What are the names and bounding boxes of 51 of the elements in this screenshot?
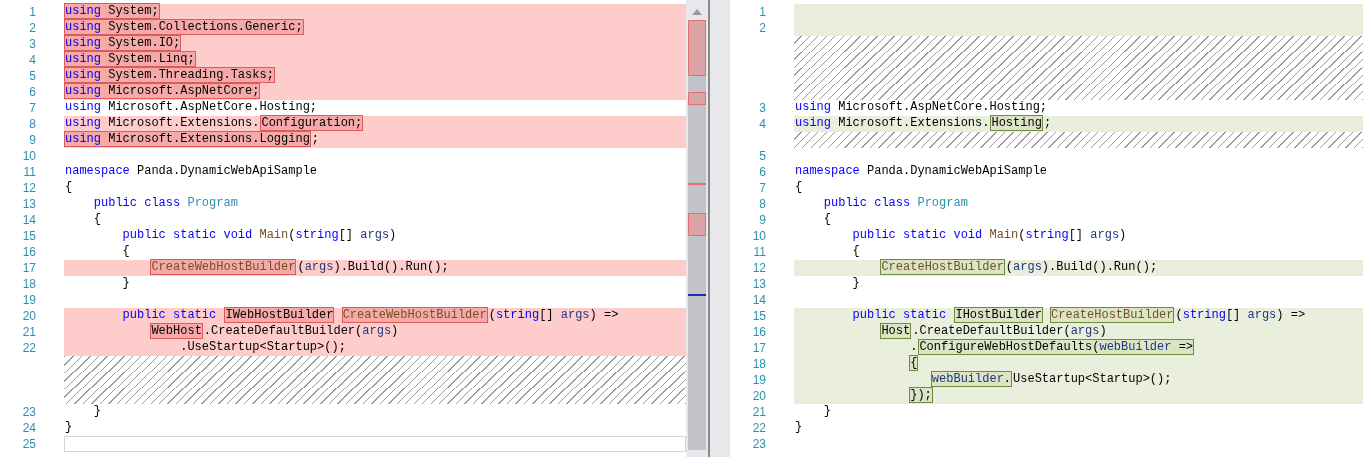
line-number: 12 <box>22 180 36 196</box>
line-number: 11 <box>23 164 36 180</box>
line-number: 6 <box>29 84 36 100</box>
line-number: 5 <box>29 68 36 84</box>
line-number: 23 <box>22 404 36 420</box>
line-number: 3 <box>29 36 36 52</box>
line-number: 1 <box>29 4 36 20</box>
line-number: 8 <box>759 196 766 212</box>
line-number: 19 <box>22 292 36 308</box>
line-number: 3 <box>759 100 766 116</box>
line-number: 1 <box>759 4 766 20</box>
line-number: 9 <box>759 212 766 228</box>
line-number: 2 <box>759 20 766 36</box>
line-number: 14 <box>22 212 36 228</box>
line-number: 10 <box>22 148 36 164</box>
line-number: 4 <box>29 52 36 68</box>
line-number: 19 <box>752 372 766 388</box>
line-number: 13 <box>22 196 36 212</box>
line-number: 10 <box>752 228 766 244</box>
line-number: 11 <box>753 244 766 260</box>
line-number: 24 <box>22 420 36 436</box>
scroll-thumb[interactable] <box>688 20 706 450</box>
line-number: 21 <box>22 324 36 340</box>
line-number: 7 <box>29 100 36 116</box>
line-number: 22 <box>22 340 36 356</box>
line-number: 9 <box>29 132 36 148</box>
line-number: 22 <box>752 420 766 436</box>
line-number: 4 <box>759 116 766 132</box>
line-number: 20 <box>22 308 36 324</box>
line-number: 15 <box>22 228 36 244</box>
line-number: 14 <box>752 292 766 308</box>
line-number: 17 <box>22 260 36 276</box>
line-number: 2 <box>29 20 36 36</box>
line-number: 18 <box>752 356 766 372</box>
line-number: 16 <box>752 324 766 340</box>
scroll-up-icon[interactable] <box>692 9 702 15</box>
line-number: 8 <box>29 116 36 132</box>
line-number: 5 <box>759 148 766 164</box>
line-number: 17 <box>752 340 766 356</box>
line-number: 13 <box>752 276 766 292</box>
line-number: 18 <box>22 276 36 292</box>
line-number: 7 <box>759 180 766 196</box>
line-number: 12 <box>752 260 766 276</box>
line-number: 15 <box>752 308 766 324</box>
line-number: 21 <box>752 404 766 420</box>
line-number: 16 <box>22 244 36 260</box>
line-number: 23 <box>752 436 766 452</box>
line-number: 20 <box>752 388 766 404</box>
scrollbar[interactable] <box>686 0 708 457</box>
line-number: 6 <box>759 164 766 180</box>
line-number: 25 <box>22 436 36 452</box>
